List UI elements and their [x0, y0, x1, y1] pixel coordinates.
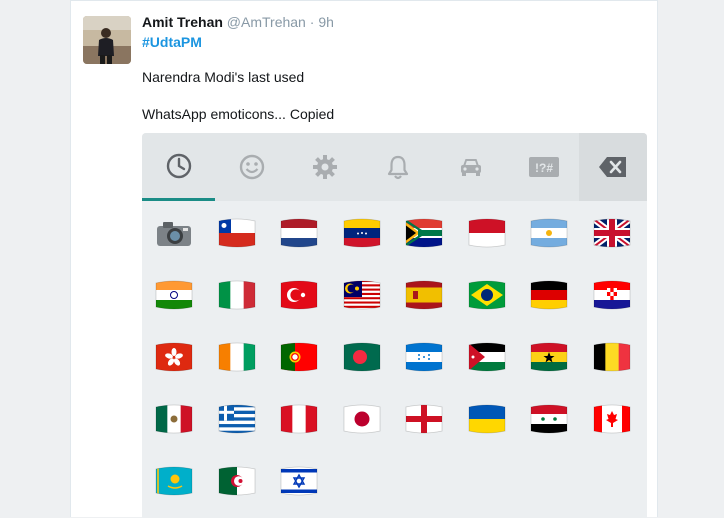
emoji-england[interactable] [404, 404, 444, 434]
united-kingdom-flag-icon [593, 218, 630, 248]
ivory-coast-flag-icon [218, 342, 255, 372]
portugal-flag-icon [280, 342, 318, 372]
separator-dot: · [309, 14, 315, 30]
tweet-time[interactable]: 9h [318, 14, 334, 30]
italy-flag-icon [218, 280, 255, 310]
bangladesh-flag-icon [343, 342, 380, 372]
emoji-spain[interactable] [404, 280, 444, 310]
author-handle[interactable]: @AmTrehan [227, 14, 306, 30]
brazil-flag-icon [468, 280, 505, 310]
tab-smileys[interactable] [215, 133, 288, 201]
tweet-text-line-2: WhatsApp emoticons... Copied [142, 106, 335, 122]
emoji-category-tabs: !?# [142, 133, 647, 201]
symbols-icon: !?# [528, 157, 559, 177]
emoji-belgium[interactable] [592, 342, 632, 372]
ghana-flag-icon [530, 342, 568, 372]
backspace-icon [599, 157, 626, 177]
emoji-camera[interactable] [154, 218, 194, 248]
emoji-netherlands[interactable] [279, 218, 319, 248]
emoji-indonesia[interactable] [467, 218, 507, 248]
chile-flag-icon [218, 218, 255, 248]
emoji-kazakhstan[interactable] [154, 466, 194, 496]
car-icon [460, 159, 481, 176]
germany-flag-icon [530, 280, 568, 310]
tab-symbols[interactable]: !?# [507, 133, 580, 201]
emoji-mexico[interactable] [154, 404, 194, 434]
honduras-flag-icon [405, 342, 443, 372]
hashtag-link[interactable]: #UdtaPM [142, 34, 202, 50]
emoji-venezuela[interactable] [342, 218, 382, 248]
ukraine-flag-icon [468, 404, 505, 434]
tab-travel[interactable] [434, 133, 507, 201]
emoji-portugal[interactable] [279, 342, 319, 372]
south-africa-flag-icon [405, 218, 443, 248]
india-flag-icon [155, 280, 193, 310]
malaysia-flag-icon [343, 280, 380, 310]
emoji-chile[interactable] [217, 218, 257, 248]
emoji-algeria[interactable] [217, 466, 257, 496]
emoji-italy[interactable] [217, 280, 257, 310]
spain-flag-icon [405, 280, 443, 310]
kazakhstan-flag-icon [155, 466, 193, 496]
emoji-ivory-coast[interactable] [217, 342, 257, 372]
emoji-india[interactable] [154, 280, 194, 310]
emoji-canada[interactable] [592, 404, 632, 434]
bell-icon [387, 155, 408, 180]
emoji-jordan[interactable] [467, 342, 507, 372]
england-flag-icon [405, 404, 443, 434]
tweet-card: Amit Trehan @AmTrehan · 9h #UdtaPM Naren… [70, 0, 658, 518]
emoji-germany[interactable] [529, 280, 569, 310]
emoji-israel[interactable] [279, 466, 319, 496]
syria-flag-icon [530, 404, 568, 434]
argentina-flag-icon [530, 218, 568, 248]
emoji-turkey[interactable] [279, 280, 319, 310]
emoji-argentina[interactable] [529, 218, 569, 248]
israel-flag-icon [280, 466, 318, 496]
emoji-malaysia[interactable] [342, 280, 382, 310]
mexico-flag-icon [155, 404, 193, 434]
emoji-hong-kong[interactable] [154, 342, 194, 372]
emoji-south-africa[interactable] [404, 218, 444, 248]
croatia-flag-icon [593, 280, 630, 310]
turkey-flag-icon [280, 280, 318, 310]
recent-icon [166, 153, 191, 178]
tab-notifications[interactable] [361, 133, 434, 201]
backspace-button[interactable] [579, 133, 647, 201]
japan-flag-icon [343, 404, 380, 434]
canada-flag-icon [593, 404, 630, 434]
emoji-brazil[interactable] [467, 280, 507, 310]
tweet-header: Amit Trehan @AmTrehan · 9h [142, 14, 334, 30]
emoji-ghana[interactable] [529, 342, 569, 372]
peru-flag-icon [280, 404, 318, 434]
emoji-honduras[interactable] [404, 342, 444, 372]
belgium-flag-icon [593, 342, 630, 372]
emoji-greece[interactable] [217, 404, 257, 434]
gear-icon [312, 155, 337, 179]
emoji-keyboard-image[interactable]: !?# [142, 133, 647, 518]
tab-objects[interactable] [288, 133, 361, 201]
emoji-united-kingdom[interactable] [592, 218, 632, 248]
netherlands-flag-icon [280, 218, 318, 248]
author-name[interactable]: Amit Trehan [142, 14, 223, 30]
emoji-croatia[interactable] [592, 280, 632, 310]
jordan-flag-icon [468, 342, 505, 372]
algeria-flag-icon [218, 466, 255, 496]
symbols-label: !?# [535, 161, 553, 175]
venezuela-flag-icon [343, 218, 380, 248]
avatar[interactable] [83, 16, 131, 64]
emoji-syria[interactable] [529, 404, 569, 434]
greece-flag-icon [218, 404, 255, 434]
emoji-japan[interactable] [342, 404, 382, 434]
indonesia-flag-icon [468, 218, 505, 248]
emoji-bangladesh[interactable] [342, 342, 382, 372]
emoji-peru[interactable] [279, 404, 319, 434]
tweet-text-line-1: Narendra Modi's last used [142, 69, 305, 85]
smiley-icon [239, 154, 264, 180]
emoji-ukraine[interactable] [467, 404, 507, 434]
hong-kong-flag-icon [155, 342, 193, 372]
tab-recent[interactable] [142, 133, 215, 201]
camera-icon [157, 222, 191, 246]
